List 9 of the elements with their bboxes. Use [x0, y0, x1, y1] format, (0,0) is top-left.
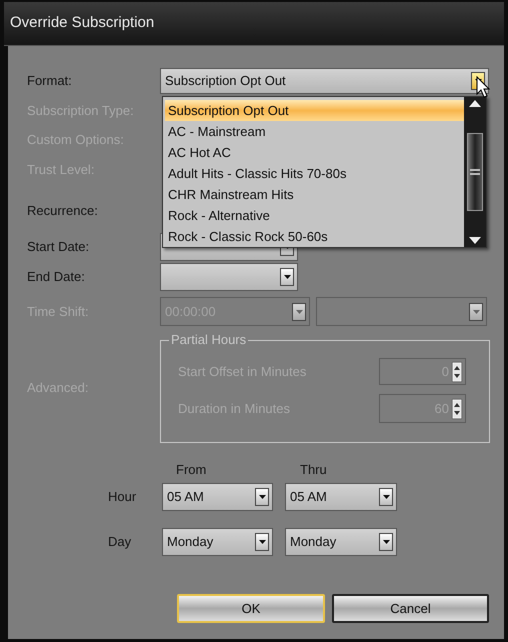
- field-label: Format:: [27, 72, 73, 90]
- field-label: Recurrence:: [27, 202, 98, 220]
- field-label: Start Date:: [27, 238, 90, 256]
- field-label: Day: [108, 533, 132, 552]
- field-label: Hour: [108, 488, 138, 506]
- field-label: End Date:: [27, 268, 86, 286]
- column-header: From: [175, 461, 208, 480]
- column-header: Thru: [299, 461, 327, 480]
- window-title: Override Subscription: [10, 13, 154, 34]
